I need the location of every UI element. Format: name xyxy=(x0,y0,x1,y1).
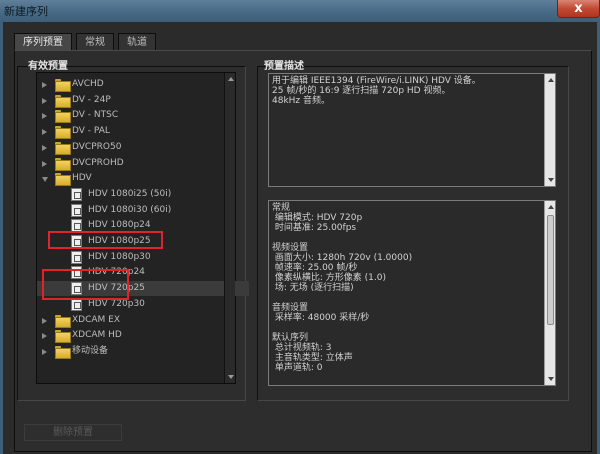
preset-folder[interactable]: XDCAM HD xyxy=(37,328,249,344)
preset-folder-label: DVCPRO50 xyxy=(72,141,122,152)
preset-folder[interactable]: DVCPRO50 xyxy=(37,140,249,155)
preset-item[interactable]: HDV 1080i25 (50i) xyxy=(37,187,249,202)
preset-folder[interactable]: AVCHD xyxy=(37,77,249,92)
scroll-up-icon[interactable] xyxy=(548,205,554,209)
preset-folder-label: DV - NTSC xyxy=(72,110,119,121)
close-button[interactable]: x xyxy=(557,0,600,18)
preset-summary-text: 用于编辑 IEEE1394 (FireWire/i.LINK) HDV 设备。 … xyxy=(272,76,481,106)
delete-preset-button[interactable]: 删除预置 xyxy=(24,424,122,441)
expand-arrow-right-icon[interactable] xyxy=(42,317,47,324)
preset-folder[interactable]: DV - NTSC xyxy=(37,108,249,124)
tab-general[interactable]: 常规 xyxy=(76,33,114,51)
folder-icon xyxy=(55,345,71,359)
folder-icon xyxy=(55,94,71,108)
window-title: 新建序列 xyxy=(4,5,48,18)
preset-details-box: 常规 编辑模式: HDV 720p 时间基准: 25.00fps 视频设置 画面… xyxy=(268,200,556,386)
preset-tree[interactable]: AVCHD DV - 24P DV - NTSC DV - PAL DVCPRO50 DV… xyxy=(36,72,249,384)
tree-scrollbar[interactable] xyxy=(224,73,235,383)
folder-icon xyxy=(55,157,71,171)
expand-arrow-right-icon[interactable] xyxy=(42,97,47,104)
preset-item[interactable]: HDV 1080i30 (60i) xyxy=(37,203,249,218)
folder-icon xyxy=(55,141,71,155)
close-icon: x xyxy=(574,1,583,16)
preset-folder[interactable]: XDCAM EX xyxy=(37,313,249,328)
preset-summary-box: 用于编辑 IEEE1394 (FireWire/i.LINK) HDV 设备。 … xyxy=(268,73,556,187)
details-scrollbar[interactable] xyxy=(544,201,555,385)
folder-icon xyxy=(55,79,71,92)
presets-label: 有效预置 xyxy=(28,61,68,72)
preset-file-icon xyxy=(71,250,82,264)
preset-item-label: HDV 1080p30 xyxy=(88,251,151,262)
preset-folder-label: XDCAM HD xyxy=(72,330,122,341)
preset-folder-label: XDCAM EX xyxy=(72,314,121,325)
expand-arrow-right-icon[interactable] xyxy=(42,82,47,88)
preset-folder-label: AVCHD xyxy=(72,79,104,89)
preset-folder-label: HDV xyxy=(72,173,92,184)
expand-arrow-right-icon[interactable] xyxy=(42,348,47,355)
expand-arrow-down-icon[interactable] xyxy=(42,177,48,183)
preset-item-label: HDV 1080i25 (50i) xyxy=(88,188,172,199)
scroll-down-icon[interactable] xyxy=(228,375,234,379)
preset-details-text: 常规 编辑模式: HDV 720p 时间基准: 25.00fps 视频设置 画面… xyxy=(272,203,413,373)
expand-arrow-right-icon[interactable] xyxy=(42,129,47,136)
scroll-thumb[interactable] xyxy=(547,215,554,325)
preset-folder-label: DV - 24P xyxy=(72,94,111,105)
expand-arrow-right-icon[interactable] xyxy=(42,160,47,167)
highlight-box-1080p25 xyxy=(48,231,163,249)
preset-folder-label: DVCPROHD xyxy=(72,157,124,168)
preset-folder[interactable]: DV - PAL xyxy=(37,124,249,140)
preset-folder[interactable]: HDV xyxy=(37,171,249,187)
folder-icon xyxy=(55,330,71,344)
folder-icon xyxy=(55,173,71,187)
preset-file-icon xyxy=(71,187,82,201)
preset-item[interactable]: HDV 1080p30 xyxy=(37,250,249,265)
folder-icon xyxy=(55,126,71,140)
scroll-down-icon[interactable] xyxy=(548,377,554,381)
expand-arrow-right-icon[interactable] xyxy=(42,113,47,120)
tab-tracks[interactable]: 轨道 xyxy=(118,33,156,51)
highlight-box-720p25 xyxy=(42,269,129,300)
scroll-up-icon[interactable] xyxy=(228,77,234,81)
scroll-down-icon[interactable] xyxy=(548,178,554,182)
title-bar: 新建序列 x xyxy=(0,0,600,22)
preset-file-icon xyxy=(71,203,82,217)
preset-folder-label: DV - PAL xyxy=(72,126,110,137)
preset-folder[interactable]: DV - 24P xyxy=(37,93,249,108)
folder-icon xyxy=(55,314,71,328)
preset-folder-label: 移动设备 xyxy=(72,345,109,356)
folder-icon xyxy=(55,110,71,124)
preset-item-label: HDV 1080i30 (60i) xyxy=(88,204,172,215)
preset-folder[interactable]: DVCPROHD xyxy=(37,156,249,171)
expand-arrow-right-icon[interactable] xyxy=(42,333,47,340)
preset-folder[interactable]: 移动设备 xyxy=(37,344,249,359)
summary-scrollbar[interactable] xyxy=(544,74,555,186)
description-label: 预置描述 xyxy=(264,61,304,72)
expand-arrow-right-icon[interactable] xyxy=(42,144,47,151)
scroll-up-icon[interactable] xyxy=(548,78,554,82)
